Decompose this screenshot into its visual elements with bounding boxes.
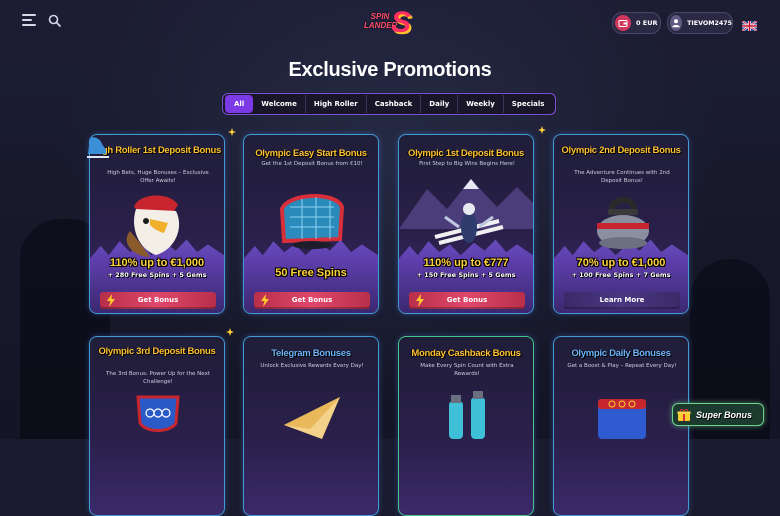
wallet-icon bbox=[615, 15, 631, 31]
promo-card[interactable]: Telegram Bonuses Unlock Exclusive Reward… bbox=[243, 336, 379, 516]
menu-icon[interactable] bbox=[22, 14, 36, 26]
learn-more-label: Learn More bbox=[599, 296, 645, 304]
olympic-calendar-icon bbox=[554, 391, 688, 439]
promo-card-title: Telegram Bonuses bbox=[271, 348, 351, 359]
wallet-balance-button[interactable]: 0 EUR bbox=[612, 12, 661, 34]
promo-card-title: Olympic 1st Deposit Bonus bbox=[407, 148, 525, 159]
logo-mark: S bbox=[391, 6, 412, 39]
learn-more-button[interactable]: Learn More bbox=[564, 292, 680, 309]
olympic-shield-icon bbox=[90, 393, 224, 437]
super-bonus-label: Super Bonus bbox=[696, 409, 753, 420]
promo-card[interactable]: Monday Cashback Bonus Make Every Spin Co… bbox=[398, 336, 534, 516]
promo-card-title: Monday Cashback Bonus bbox=[411, 348, 521, 359]
promo-offer-extra: + 100 Free Spins + 7 Gems bbox=[571, 271, 671, 279]
flask-icon bbox=[399, 387, 533, 439]
promo-offer-amount: 70% up to €1,000 bbox=[576, 257, 666, 269]
sparkle-icon bbox=[228, 128, 236, 136]
lightning-icon bbox=[107, 294, 115, 307]
user-icon bbox=[670, 15, 683, 31]
user-account-button[interactable]: TIEVOM2475 bbox=[667, 12, 733, 34]
lightning-icon bbox=[416, 294, 424, 307]
tab-welcome[interactable]: Welcome bbox=[253, 95, 306, 113]
search-icon[interactable] bbox=[48, 13, 62, 28]
paper-plane-icon bbox=[244, 389, 378, 439]
promo-card-subtitle: The 3rd Bonus: Power Up for the Next Cha… bbox=[106, 371, 210, 385]
spinlander-logo[interactable]: SPIN LANDER S bbox=[360, 6, 422, 40]
lightning-icon bbox=[261, 294, 269, 307]
sparkle-icon bbox=[226, 328, 234, 336]
promo-offer-extra: + 280 Free Spins + 5 Gems bbox=[107, 271, 207, 279]
promo-card-subtitle: First Step to Big Wins Begins Here! bbox=[419, 161, 515, 167]
get-bonus-button[interactable]: Get Bonus bbox=[409, 292, 525, 309]
wallet-balance: 0 EUR bbox=[636, 19, 658, 27]
promo-offer-amount: 110% up to €1,000 bbox=[109, 257, 205, 269]
promo-card[interactable]: Olympic 3rd Deposit Bonus The 3rd Bonus:… bbox=[89, 336, 225, 516]
uk-flag-icon[interactable] bbox=[741, 16, 758, 32]
promo-card-title: Olympic Easy Start Bonus bbox=[255, 148, 367, 159]
promo-card-subtitle: Unlock Exclusive Rewards Every Day! bbox=[260, 363, 364, 369]
get-bonus-label: Get Bonus bbox=[137, 296, 179, 304]
curling-stone-icon bbox=[554, 191, 688, 257]
promo-card-title: Olympic 2nd Deposit Bonus bbox=[561, 145, 681, 156]
get-bonus-label: Get Bonus bbox=[446, 296, 488, 304]
promo-card-subtitle: The Adventure Continues with 2nd Deposit… bbox=[574, 170, 670, 184]
tab-cashback[interactable]: Cashback bbox=[367, 95, 422, 113]
gift-box-icon bbox=[677, 408, 691, 421]
promo-card-title: Olympic 3rd Deposit Bonus bbox=[98, 346, 216, 357]
promo-card-title: Olympic Daily Bonuses bbox=[571, 348, 671, 359]
promo-card-subtitle: Get a Boost & Play – Repeat Every Day! bbox=[567, 363, 677, 369]
ice-skate-icon bbox=[84, 134, 114, 164]
promo-card[interactable]: Olympic Daily Bonuses Get a Boost & Play… bbox=[553, 336, 689, 516]
get-bonus-button[interactable]: Get Bonus bbox=[100, 292, 216, 309]
ski-jumper-icon bbox=[399, 197, 533, 261]
tab-weekly[interactable]: Weekly bbox=[458, 95, 504, 113]
promo-card[interactable]: Olympic 2nd Deposit Bonus The Adventure … bbox=[553, 134, 689, 314]
promo-offer-amount: 50 Free Spins bbox=[275, 267, 347, 279]
hockey-goal-icon bbox=[244, 179, 378, 259]
tab-daily[interactable]: Daily bbox=[421, 95, 459, 113]
page-title: Exclusive Promotions bbox=[288, 59, 492, 81]
sparkle-icon bbox=[538, 126, 546, 134]
get-bonus-label: Get Bonus bbox=[291, 296, 333, 304]
promo-card-subtitle: High Bets, Huge Bonuses – Exclusive Offe… bbox=[107, 170, 209, 184]
tab-specials[interactable]: Specials bbox=[504, 95, 553, 113]
tab-all[interactable]: All bbox=[225, 95, 254, 113]
promo-card[interactable]: Olympic Easy Start Bonus Get the 1st Dep… bbox=[243, 134, 379, 314]
promo-card[interactable]: Olympic 1st Deposit Bonus First Step to … bbox=[398, 134, 534, 314]
promo-card-subtitle: Get the 1st Deposit Bonus from €10! bbox=[261, 161, 363, 167]
super-bonus-button[interactable]: Super Bonus bbox=[672, 403, 764, 426]
username: TIEVOM2475 bbox=[687, 19, 732, 27]
promo-offer-extra: + 150 Free Spins + 5 Gems bbox=[416, 271, 516, 279]
eagle-hockey-icon bbox=[90, 187, 224, 259]
top-header: SPIN LANDER S 0 EUR TIEVOM2475 bbox=[0, 0, 780, 44]
get-bonus-button[interactable]: Get Bonus bbox=[254, 292, 370, 309]
tab-high-roller[interactable]: High Roller bbox=[306, 95, 367, 113]
promo-card-subtitle: Make Every Spin Count with Extra Rewards… bbox=[420, 363, 514, 377]
promo-offer-amount: 110% up to €777 bbox=[423, 257, 509, 269]
promotion-category-tabs: All Welcome High Roller Cashback Daily W… bbox=[222, 93, 556, 115]
